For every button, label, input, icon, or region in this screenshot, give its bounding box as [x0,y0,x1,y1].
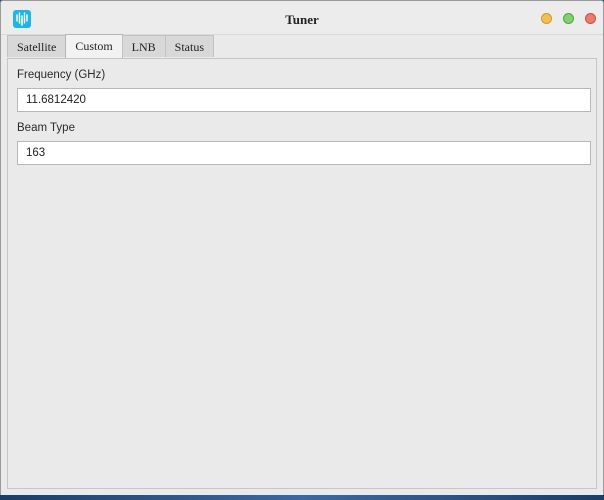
tab-status[interactable]: Status [164,35,215,57]
close-button[interactable] [585,13,596,24]
tab-lnb[interactable]: LNB [121,35,166,57]
frequency-label: Frequency (GHz) [17,69,106,81]
title-bar[interactable]: Tuner [1,1,603,35]
tab-bar: Satellite Custom LNB Status [7,34,215,58]
tuner-window: Tuner Satellite Custom LNB Status Freque… [0,0,604,496]
window-title: Tuner [285,12,319,27]
maximize-button[interactable] [563,13,574,24]
custom-tab-panel: Frequency (GHz) Beam Type [7,58,597,489]
tab-custom[interactable]: Custom [65,34,123,58]
desktop-background [0,495,604,500]
minimize-button[interactable] [541,13,552,24]
frequency-input[interactable] [17,88,591,112]
tab-satellite[interactable]: Satellite [7,35,67,57]
beam-type-input[interactable] [17,141,591,165]
beam-type-label: Beam Type [17,122,75,134]
